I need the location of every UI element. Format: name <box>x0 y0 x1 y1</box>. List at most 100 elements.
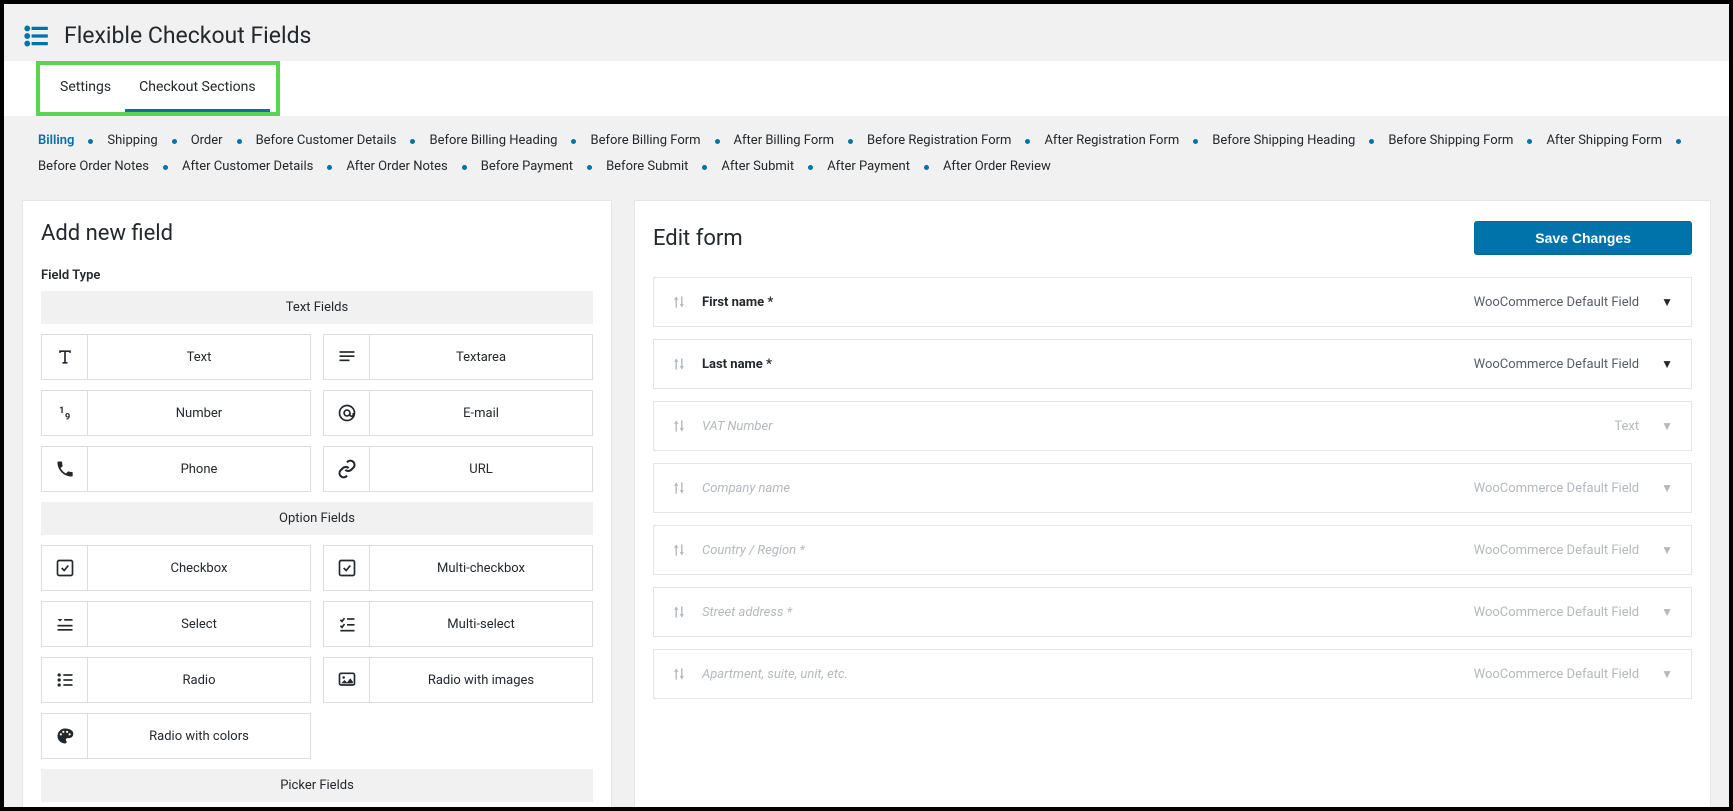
chevron-down-icon[interactable]: ▼ <box>1661 295 1673 309</box>
tab-checkout-sections[interactable]: Checkout Sections <box>125 65 269 112</box>
main-columns: Add new field Field Type Text FieldsText… <box>4 186 1729 807</box>
drag-handle-icon[interactable] <box>672 418 686 434</box>
subnav-item[interactable]: Before Registration Form <box>867 128 1011 154</box>
subnav-item[interactable]: Before Shipping Form <box>1388 128 1513 154</box>
subnav-item[interactable]: Before Customer Details <box>256 128 397 154</box>
subnav-item[interactable]: Before Billing Form <box>590 128 700 154</box>
image-icon <box>324 658 370 702</box>
field-type-card[interactable]: Select <box>41 601 311 647</box>
subnav-separator <box>1193 139 1198 144</box>
tabs-highlight: Settings Checkout Sections <box>36 61 280 116</box>
form-field-row[interactable]: Company nameWooCommerce Default Field▼ <box>653 463 1692 513</box>
field-type-label: Select <box>88 617 310 632</box>
drag-handle-icon[interactable] <box>672 480 686 496</box>
field-type-card[interactable]: URL <box>323 446 593 492</box>
field-type-card[interactable]: Phone <box>41 446 311 492</box>
multicheck-icon <box>324 546 370 590</box>
edit-form-heading: Edit form <box>653 226 743 251</box>
form-field-row[interactable]: First name *WooCommerce Default Field▼ <box>653 277 1692 327</box>
field-meta: WooCommerce Default Field <box>1474 357 1640 372</box>
field-type-card[interactable]: E-mail <box>323 390 593 436</box>
form-field-row[interactable]: Street address *WooCommerce Default Fiel… <box>653 587 1692 637</box>
chevron-down-icon[interactable]: ▼ <box>1661 543 1673 557</box>
textarea-icon <box>324 335 370 379</box>
subnav-item[interactable]: Shipping <box>107 128 157 154</box>
chevron-down-icon[interactable]: ▼ <box>1661 667 1673 681</box>
field-type-card[interactable]: Text <box>41 334 311 380</box>
palette-icon <box>42 714 88 758</box>
field-type-label: URL <box>370 462 592 477</box>
field-meta: WooCommerce Default Field <box>1474 667 1640 682</box>
edit-form-panel: Edit form Save Changes First name *WooCo… <box>634 200 1711 807</box>
field-type-label: E-mail <box>370 406 592 421</box>
field-meta: WooCommerce Default Field <box>1474 543 1640 558</box>
form-field-row[interactable]: Country / Region *WooCommerce Default Fi… <box>653 525 1692 575</box>
form-field-row[interactable]: VAT NumberText▼ <box>653 401 1692 451</box>
subnav-separator <box>808 165 813 170</box>
field-type-grid: Checkbox Multi-checkbox Select Multi-select… <box>23 545 611 769</box>
subnav-item[interactable]: After Registration Form <box>1044 128 1179 154</box>
field-type-label: Field Type <box>23 268 611 291</box>
app-frame: Flexible Checkout Fields Settings Checko… <box>4 4 1729 807</box>
subnav-item[interactable]: After Customer Details <box>182 154 313 180</box>
chevron-down-icon[interactable]: ▼ <box>1661 357 1673 371</box>
field-type-card[interactable]: Textarea <box>323 334 593 380</box>
field-label: Last name * <box>702 357 1474 372</box>
field-type-group-header: Text Fields <box>41 291 593 324</box>
number-icon: 19 <box>42 391 88 435</box>
field-meta: WooCommerce Default Field <box>1474 295 1640 310</box>
subnav-item[interactable]: Before Payment <box>481 154 573 180</box>
field-type-card[interactable]: Radio <box>41 657 311 703</box>
field-type-card[interactable]: Radio with images <box>323 657 593 703</box>
subnav-separator <box>1369 139 1374 144</box>
drag-handle-icon[interactable] <box>672 604 686 620</box>
edit-form-header: Edit form Save Changes <box>635 201 1710 277</box>
page-icon <box>24 23 50 49</box>
field-meta: WooCommerce Default Field <box>1474 481 1640 496</box>
radio-icon <box>42 658 88 702</box>
subnav-item[interactable]: After Submit <box>721 154 794 180</box>
field-type-card[interactable]: Checkbox <box>41 545 311 591</box>
field-type-card[interactable]: Radio with colors <box>41 713 311 759</box>
subnav-separator <box>924 165 929 170</box>
save-button[interactable]: Save Changes <box>1474 221 1692 255</box>
subnav-item[interactable]: After Order Review <box>943 154 1051 180</box>
add-field-panel: Add new field Field Type Text FieldsText… <box>22 200 612 807</box>
subnav-item[interactable]: After Order Notes <box>346 154 447 180</box>
subnav-separator <box>715 139 720 144</box>
field-type-card[interactable]: Multi-checkbox <box>323 545 593 591</box>
subnav-item[interactable]: After Payment <box>827 154 910 180</box>
subnav-item[interactable]: Order <box>191 128 223 154</box>
page-title: Flexible Checkout Fields <box>64 22 311 49</box>
field-type-label: Radio with images <box>370 673 592 688</box>
drag-handle-icon[interactable] <box>672 356 686 372</box>
subnav-item[interactable]: After Shipping Form <box>1546 128 1662 154</box>
field-type-label: Radio <box>88 673 310 688</box>
select-icon <box>42 602 88 646</box>
subnav-item[interactable]: Before Submit <box>606 154 688 180</box>
subnav-item[interactable]: Before Order Notes <box>38 154 149 180</box>
subnav-item[interactable]: Billing <box>38 128 74 154</box>
form-fields-list: First name *WooCommerce Default Field▼La… <box>635 277 1710 699</box>
drag-handle-icon[interactable] <box>672 294 686 310</box>
subnav-item[interactable]: Before Billing Heading <box>429 128 557 154</box>
chevron-down-icon[interactable]: ▼ <box>1661 481 1673 495</box>
subnav-item[interactable]: Before Shipping Heading <box>1212 128 1355 154</box>
phone-icon <box>42 447 88 491</box>
field-type-card[interactable]: 19Number <box>41 390 311 436</box>
field-type-label: Number <box>88 406 310 421</box>
subnav-item[interactable]: After Billing Form <box>734 128 835 154</box>
chevron-down-icon[interactable]: ▼ <box>1661 419 1673 433</box>
field-type-label: Textarea <box>370 350 592 365</box>
field-type-card[interactable]: Multi-select <box>323 601 593 647</box>
svg-text:9: 9 <box>65 413 70 423</box>
field-meta: Text <box>1614 419 1639 434</box>
drag-handle-icon[interactable] <box>672 666 686 682</box>
subnav-separator <box>327 165 332 170</box>
tab-settings[interactable]: Settings <box>46 65 125 112</box>
form-field-row[interactable]: Last name *WooCommerce Default Field ▼ <box>653 339 1692 389</box>
drag-handle-icon[interactable] <box>672 542 686 558</box>
field-type-label: Multi-checkbox <box>370 561 592 576</box>
chevron-down-icon[interactable]: ▼ <box>1661 605 1673 619</box>
form-field-row[interactable]: Apartment, suite, unit, etc.WooCommerce … <box>653 649 1692 699</box>
